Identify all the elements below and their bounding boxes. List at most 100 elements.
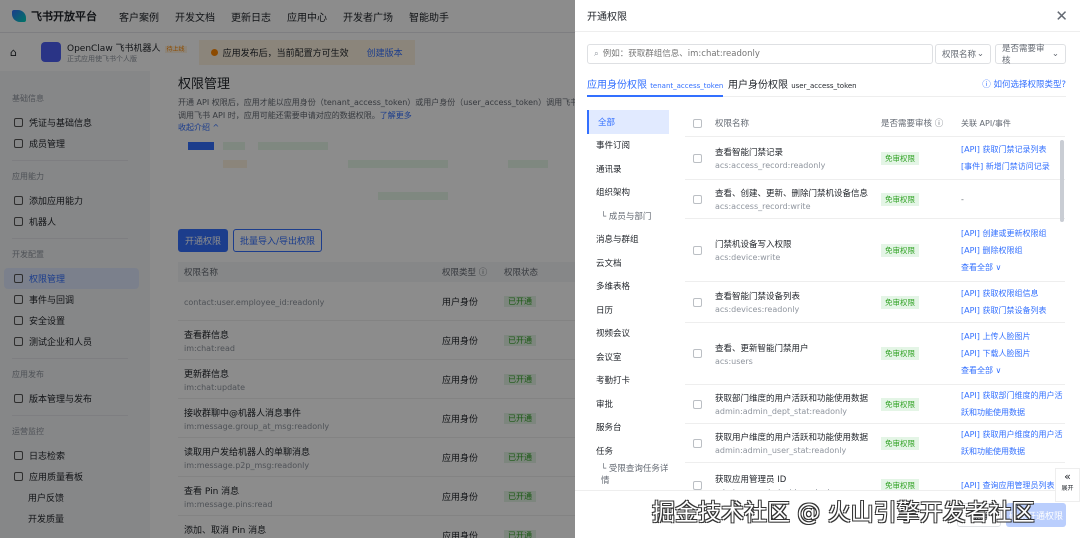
permission-table-header: 权限名称 是否需要审核 ⓘ 关联 API/事件	[685, 110, 1065, 137]
category-item[interactable]: 全部	[587, 110, 669, 134]
api-link[interactable]: [API] 获取部门维度的用户活跃和功能使用数据	[961, 387, 1065, 421]
related-api-cell: [API] 查询应用管理员列表	[961, 477, 1065, 491]
category-item[interactable]: 云文档	[587, 251, 669, 275]
category-item[interactable]: 考勤打卡	[587, 369, 669, 393]
api-link[interactable]: [事件] 新增门禁访问记录	[961, 158, 1065, 175]
permission-row: 获取部门维度的用户活跃和功能使用数据 admin:admin_dept_stat:…	[685, 385, 1065, 424]
related-api-cell: [API] 创建或更新权限组 [API] 删除权限组 查看全部 ∨	[961, 225, 1065, 276]
chevron-down-icon: ⌄	[1051, 49, 1059, 59]
row-checkbox[interactable]	[693, 245, 702, 255]
search-input[interactable]	[602, 49, 903, 59]
category-item[interactable]: 通讯录	[587, 157, 669, 181]
api-link[interactable]: [API] 获取门禁设备列表	[961, 302, 1065, 319]
api-link[interactable]: [API] 上传人脸图片	[961, 328, 1065, 345]
category-item[interactable]: 审批	[587, 392, 669, 416]
category-list: 全部 事件订阅 通讯录 组织架构 └ 成员与部门 消息与群组 云文档 多维表格 日历 视频会议 会议…	[587, 110, 669, 486]
search-field[interactable]: ⌕	[587, 44, 933, 64]
api-link[interactable]: 查看全部 ∨	[961, 362, 1065, 379]
permission-row: 获取用户维度的用户活跃和功能使用数据 admin:admin_user_stat:…	[685, 424, 1065, 463]
api-link[interactable]: [API] 获取门禁记录列表	[961, 141, 1065, 158]
row-checkbox[interactable]	[693, 153, 702, 163]
category-item[interactable]: 消息与群组	[587, 228, 669, 252]
related-api-cell: [API] 上传人脸图片 [API] 下载人脸图片 查看全部 ∨	[961, 328, 1065, 379]
api-link[interactable]: [API] 查询应用管理员列表	[961, 477, 1065, 491]
permission-name: 查看、更新智能门禁用户	[715, 343, 809, 354]
permission-row: 查看、更新智能门禁用户 acs:users 免审权限 [API] 上传人脸图片 [API…	[685, 323, 1065, 385]
permission-name-cell: 查看智能门禁设备列表 acs:devices:readonly	[715, 290, 881, 314]
permission-type-help-link[interactable]: ⓘ 如何选择权限类型?	[982, 78, 1066, 90]
audit-badge: 免审权限	[881, 295, 919, 309]
audit-filter-select[interactable]: 是否需要审核 ⌄	[995, 44, 1066, 66]
permission-row: 门禁机设备写入权限 acs:device:write 免审权限 [API] 创建或更新…	[685, 219, 1065, 282]
category-item[interactable]: 事件订阅	[587, 134, 669, 158]
permission-name-cell: 查看、更新智能门禁用户 acs:users	[715, 342, 881, 366]
table-scrollbar[interactable]	[1060, 140, 1064, 222]
close-icon[interactable]: ✕	[1055, 7, 1068, 25]
row-checkbox[interactable]	[693, 480, 702, 490]
permission-name-cell: 查看、创建、更新、删除门禁机设备信息 acs:access_record:writ…	[715, 187, 881, 211]
audit-badge: 免审权限	[881, 347, 919, 360]
expand-button[interactable]: «展开	[1055, 468, 1080, 502]
audit-badge: 免审权限	[881, 397, 919, 411]
permission-name: 获取用户维度的用户活跃和功能使用数据	[715, 433, 869, 443]
row-checkbox[interactable]	[693, 438, 702, 448]
related-api-cell: [API] 获取部门维度的用户活跃和功能使用数据	[961, 387, 1065, 421]
tab-tenant-permission[interactable]: 应用身份权限 tenant_access_token	[587, 76, 724, 97]
permission-name-cell: 门禁机设备写入权限 acs:device:write	[715, 238, 881, 262]
chevron-down-icon: ⌄	[976, 49, 984, 59]
audit-badge: 免审权限	[881, 192, 919, 206]
permission-table: 权限名称 是否需要审核 ⓘ 关联 API/事件 查看智能门禁记录 acs:access…	[685, 110, 1065, 490]
select-all-checkbox[interactable]	[693, 118, 702, 128]
audit-badge: 免审权限	[881, 243, 919, 257]
category-item[interactable]: 会议室	[587, 345, 669, 369]
category-item[interactable]: 组织架构	[587, 181, 669, 205]
category-item[interactable]: 日历	[587, 298, 669, 322]
permission-row: 查看智能门禁记录 acs:access_record:readonly 免审权限 [A…	[685, 137, 1065, 180]
permission-name: 查看智能门禁设备列表	[715, 292, 801, 302]
category-item[interactable]: └ 受限查询任务详情	[587, 463, 669, 486]
audit-badge: 免审权限	[881, 436, 919, 450]
search-field-select[interactable]: 权限名称 ⌄	[935, 44, 991, 64]
audit-cell: 免审权限	[881, 192, 961, 206]
permission-name: 查看智能门禁记录	[715, 148, 784, 158]
api-link[interactable]: [API] 创建或更新权限组	[961, 225, 1065, 242]
audit-cell: 免审权限	[881, 397, 961, 411]
tab-user-permission[interactable]: 用户身份权限 user_access_token	[728, 76, 857, 97]
permission-scope: acs:device:write	[715, 253, 781, 262]
audit-cell: 免审权限	[881, 295, 961, 309]
audit-badge: 免审权限	[881, 151, 919, 165]
audit-cell: 免审权限	[881, 243, 961, 257]
empty-value: -	[961, 194, 964, 204]
permission-name-cell: 获取部门维度的用户活跃和功能使用数据 admin:admin_dept_stat:…	[715, 392, 881, 416]
double-chevron-left-icon: «	[1064, 470, 1071, 483]
category-item[interactable]: 多维表格	[587, 275, 669, 299]
category-item[interactable]: 服务台	[587, 416, 669, 440]
permission-row: 查看、创建、更新、删除门禁机设备信息 acs:access_record:writ…	[685, 180, 1065, 219]
related-api-cell: [API] 获取门禁记录列表 [事件] 新增门禁访问记录	[961, 141, 1065, 175]
audit-cell: 免审权限	[881, 347, 961, 360]
api-link[interactable]: [API] 获取用户维度的用户活跃和功能使用数据	[961, 426, 1065, 460]
api-link[interactable]: [API] 下载人脸图片	[961, 345, 1065, 362]
permission-name: 获取部门维度的用户活跃和功能使用数据	[715, 394, 869, 404]
permission-scope: acs:access_record:write	[715, 202, 811, 211]
permission-name: 查看、创建、更新、删除门禁机设备信息	[715, 189, 869, 199]
api-link[interactable]: [API] 获取权限组信息	[961, 285, 1065, 302]
permission-name: 获取应用管理员 ID	[715, 475, 787, 485]
permission-row: 获取应用管理员 IDadmin:app.admin_id:readonly免审权…	[685, 463, 1065, 490]
modal-overlay[interactable]	[0, 0, 575, 538]
category-item[interactable]: └ 成员与部门	[587, 204, 669, 228]
row-checkbox[interactable]	[693, 297, 702, 307]
audit-cell: 免审权限	[881, 151, 961, 165]
row-checkbox[interactable]	[693, 349, 702, 358]
api-link[interactable]: [API] 删除权限组	[961, 242, 1065, 259]
row-checkbox[interactable]	[693, 399, 702, 409]
related-api-cell: [API] 获取权限组信息 [API] 获取门禁设备列表	[961, 285, 1065, 319]
drawer-title: 开通权限	[587, 12, 627, 23]
permission-name-cell: 获取应用管理员 IDadmin:app.admin_id:readonly	[715, 473, 881, 490]
related-api-cell: -	[961, 191, 1065, 208]
row-checkbox[interactable]	[693, 194, 702, 204]
permission-scope: admin:admin_dept_stat:readonly	[715, 407, 848, 416]
category-item[interactable]: 视频会议	[587, 322, 669, 346]
category-item[interactable]: 任务	[587, 439, 669, 463]
api-link[interactable]: 查看全部 ∨	[961, 259, 1065, 276]
